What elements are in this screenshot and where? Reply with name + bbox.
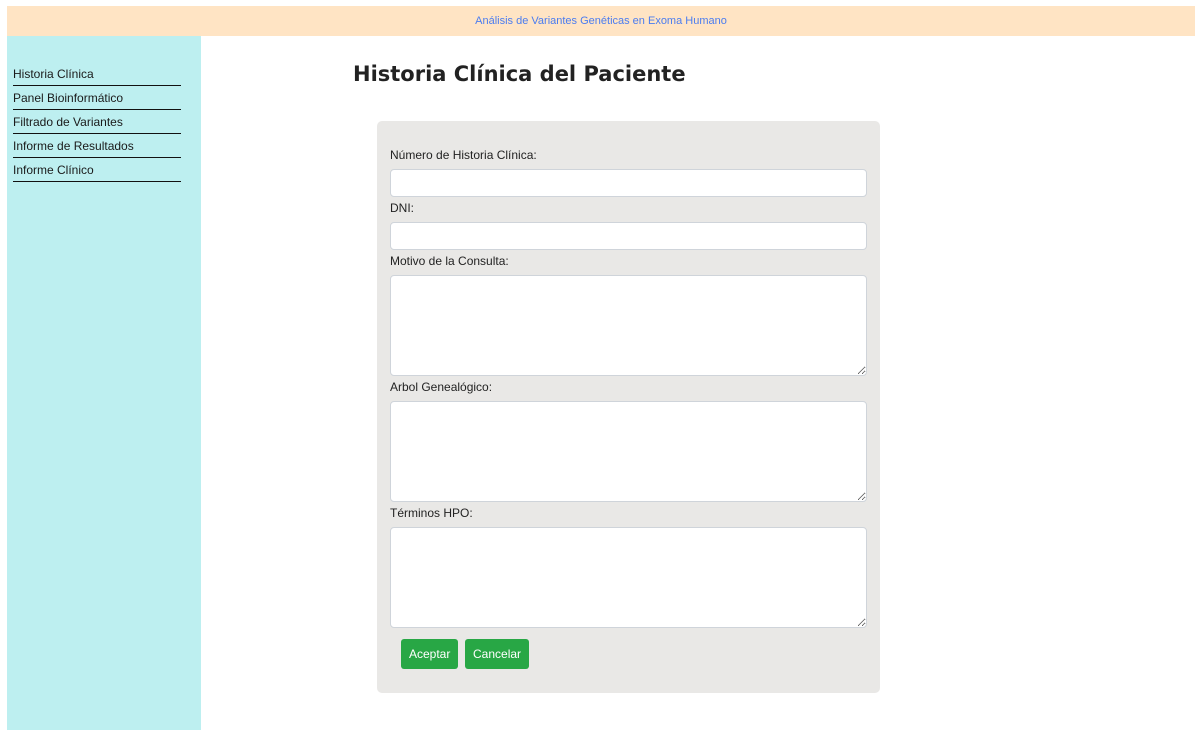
cancelar-button[interactable]: Cancelar [465,639,530,669]
sidebar: Historia Clínica Panel Bioinformático Fi… [7,36,201,730]
sidebar-item-informe-clinico[interactable]: Informe Clínico [13,158,181,182]
app-header: Análisis de Variantes Genéticas en Exoma… [7,6,1195,36]
terminos-hpo-label: Términos HPO: [390,506,473,520]
page-title: Historia Clínica del Paciente [353,62,686,86]
aceptar-button[interactable]: Aceptar [401,639,459,669]
sidebar-item-panel-bioinformatico[interactable]: Panel Bioinformático [13,86,181,110]
arbol-genealogico-label: Arbol Genealógico: [390,380,493,394]
arbol-genealogico-textarea[interactable] [390,401,867,502]
dni-input[interactable] [390,222,867,250]
dni-label: DNI: [390,201,414,215]
historia-number-input[interactable] [390,169,867,197]
sidebar-item-filtrado-de-variantes[interactable]: Filtrado de Variantes [13,110,181,134]
motivo-consulta-label: Motivo de la Consulta: [390,254,509,268]
historia-number-label: Número de Historia Clínica: [390,148,537,162]
motivo-consulta-textarea[interactable] [390,275,867,376]
sidebar-menu: Historia Clínica Panel Bioinformático Fi… [7,36,201,182]
historia-clinica-form: Número de Historia Clínica: DNI: Motivo … [377,121,880,693]
terminos-hpo-textarea[interactable] [390,527,867,628]
sidebar-item-informe-de-resultados[interactable]: Informe de Resultados [13,134,181,158]
app-title: Análisis de Variantes Genéticas en Exoma… [475,15,727,27]
sidebar-item-historia-clinica[interactable]: Historia Clínica [13,62,181,86]
